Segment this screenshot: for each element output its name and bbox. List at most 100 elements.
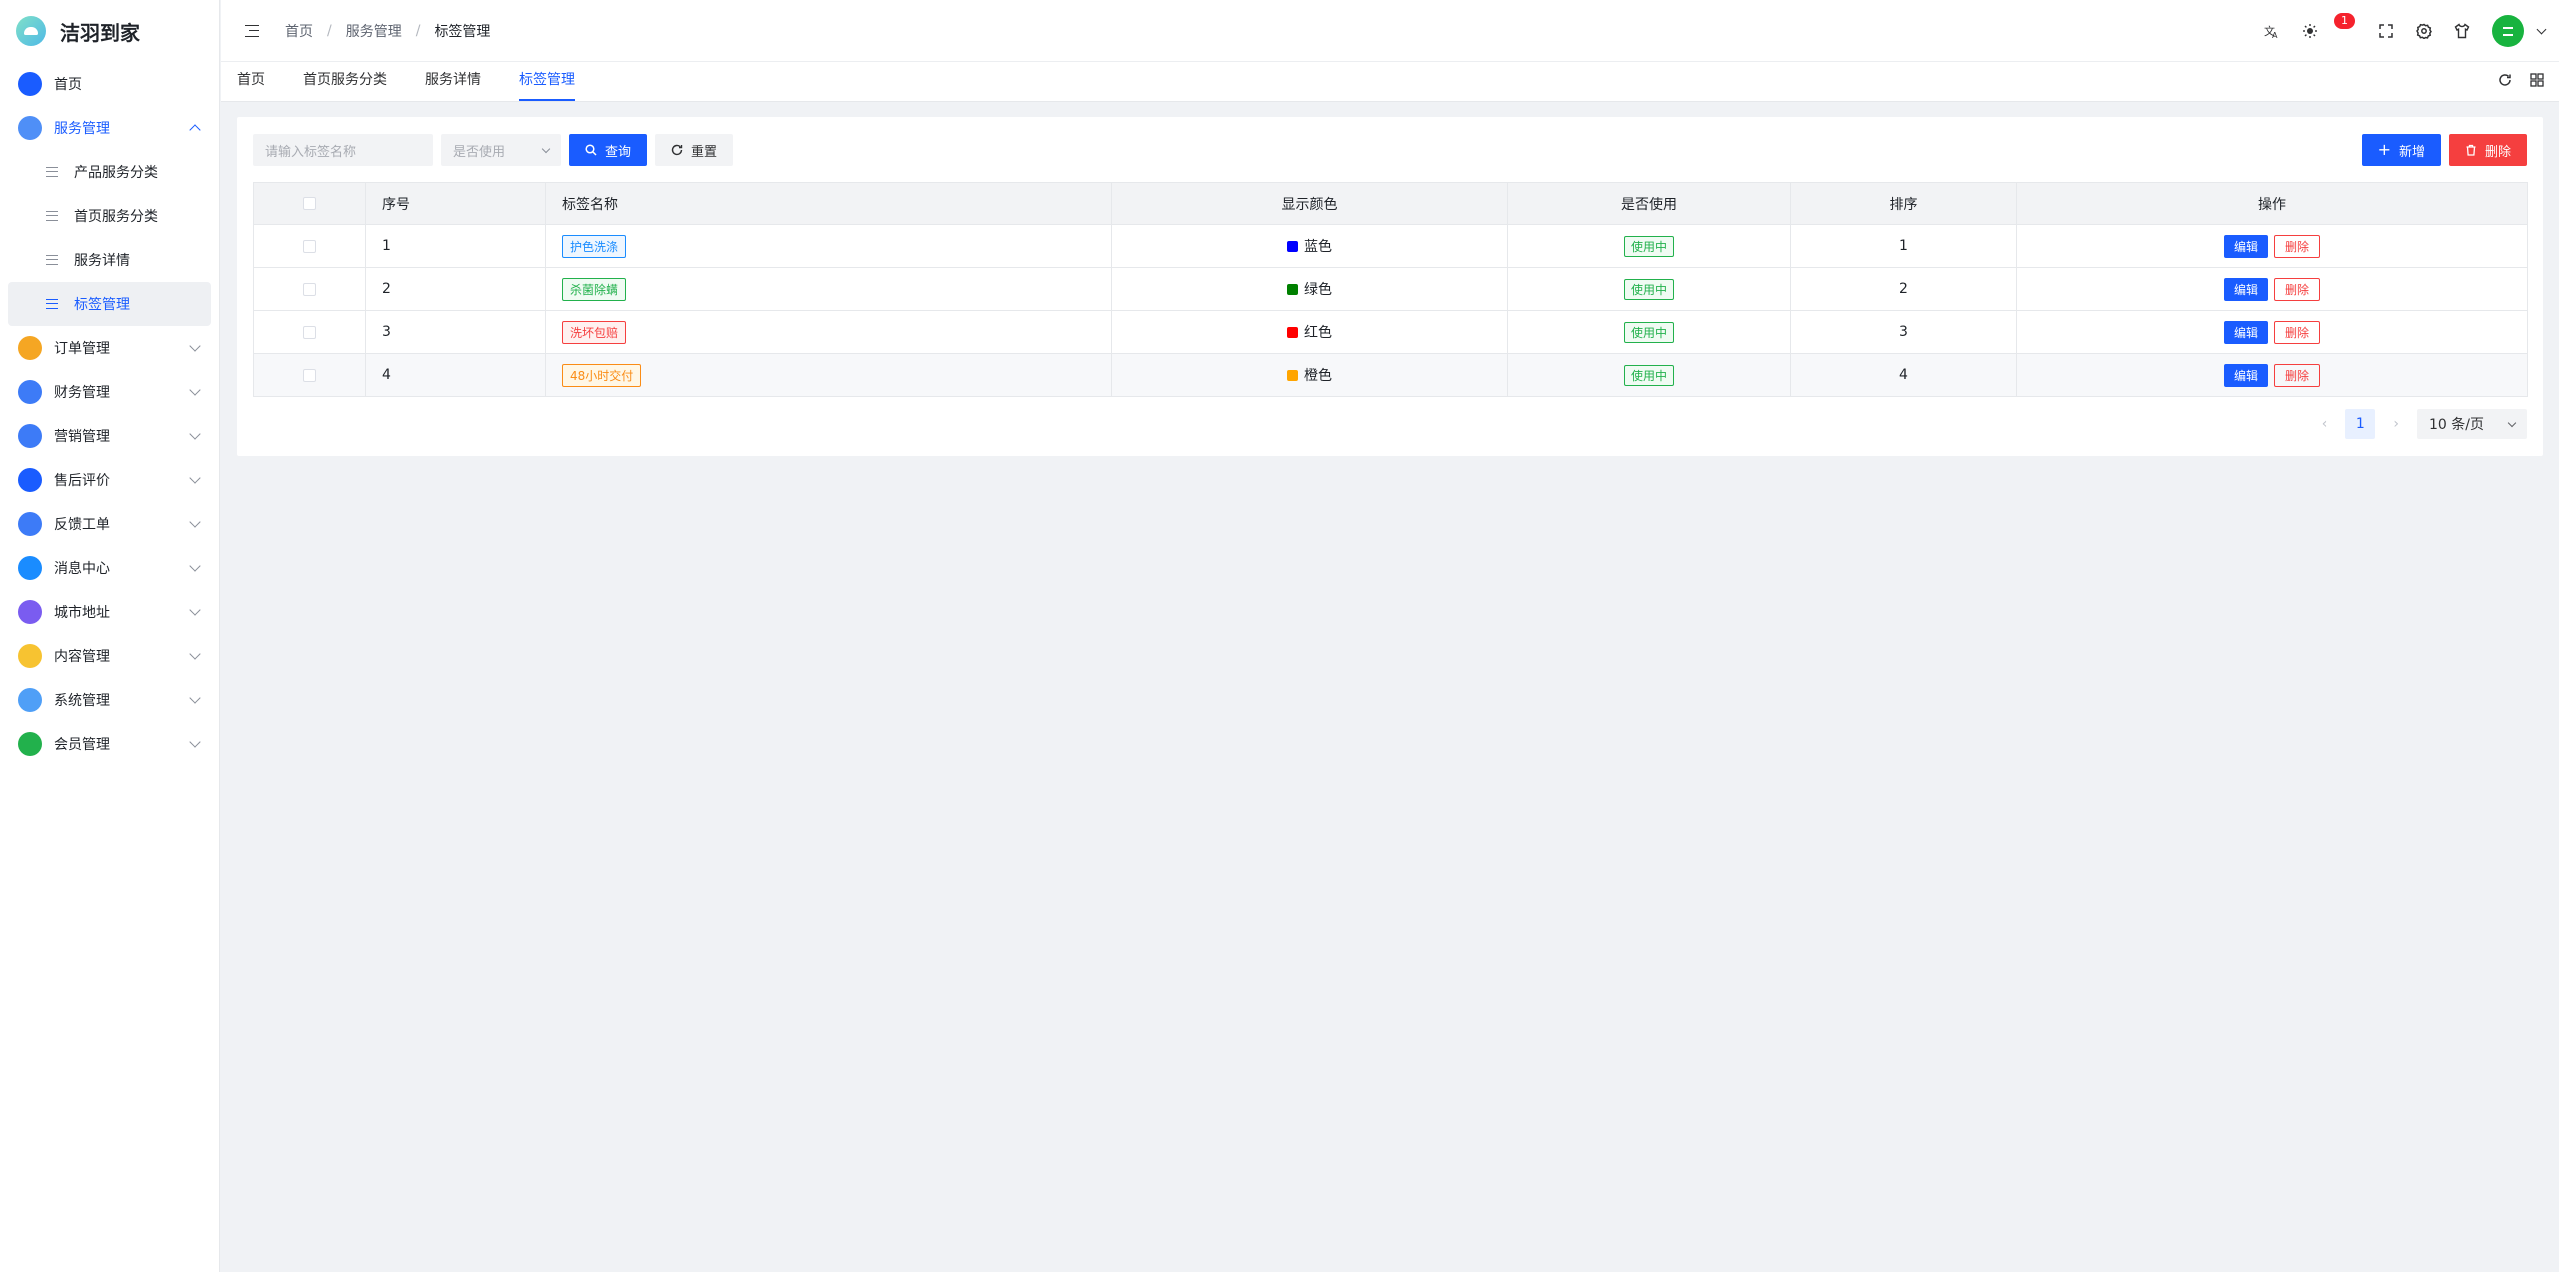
row-checkbox[interactable] (303, 282, 316, 296)
order-icon (18, 336, 42, 360)
next-page-icon[interactable]: › (2393, 416, 2399, 432)
color-name: 红色 (1304, 325, 1332, 341)
tag-label: 48小时交付 (562, 363, 642, 387)
table-body: 1 护色洗涤 蓝色 使用中 1 编辑 删除 2 杀菌除螨 绿色 使用中 2 编辑 删除 3 洗坏包赔 红色 使用中… (253, 224, 2528, 397)
reset-button[interactable]: 重置 (655, 134, 734, 166)
edit-button[interactable]: 编辑 (2223, 234, 2268, 258)
tag-label: 洗坏包赔 (562, 320, 627, 344)
tab-1[interactable]: 首页服务分类 (303, 69, 387, 101)
chevron-icon (189, 736, 201, 748)
color-swatch (1287, 369, 1298, 381)
user-menu-chevron-down-icon[interactable] (2536, 24, 2547, 34)
search-toolbar: 请输入标签名称 是否使用 查询 重置 (253, 134, 734, 166)
sidebar-subitem-label: 标签管理 (74, 297, 130, 313)
theme-sun-icon[interactable] (2302, 23, 2318, 39)
edit-button[interactable]: 编辑 (2223, 320, 2268, 344)
page-size-select[interactable]: 10 条/页 (2417, 409, 2527, 439)
sidebar-item-4[interactable]: 营销管理 (0, 414, 219, 458)
refresh-icon[interactable] (2497, 72, 2513, 88)
notification-badge: 1 (2334, 13, 2355, 29)
menu-toggle-icon[interactable] (245, 24, 259, 37)
status-badge: 使用中 (1623, 235, 1674, 257)
breadcrumb-separator: / (327, 22, 332, 39)
page-number-current[interactable]: 1 (2345, 409, 2376, 439)
col-tag-name: 标签名称 (545, 182, 1112, 225)
sidebar-item-1[interactable]: 服务管理 (0, 106, 219, 150)
tab-2[interactable]: 服务详情 (425, 69, 481, 101)
app-logo[interactable]: 洁羽到家 (0, 0, 219, 62)
row-select-cell (253, 310, 366, 354)
table-row[interactable]: 4 48小时交付 橙色 使用中 4 编辑 删除 (253, 353, 2528, 397)
sidebar-item-3[interactable]: 财务管理 (0, 370, 219, 414)
sidebar-item-label: 消息中心 (54, 561, 110, 577)
query-button[interactable]: 查询 (569, 134, 648, 166)
sidebar-item-label: 营销管理 (54, 429, 110, 445)
notification-icon[interactable]: 1 (2334, 13, 2356, 39)
chevron-icon (189, 124, 201, 136)
col-in-use: 是否使用 (1507, 182, 1791, 225)
menu-lines-icon (46, 211, 58, 221)
breadcrumb-service[interactable]: 服务管理 (346, 21, 402, 41)
shirt-icon[interactable] (2454, 23, 2470, 39)
table-actions: + 新增 删除 (2361, 134, 2527, 166)
settings-gear-icon[interactable] (2416, 23, 2432, 39)
row-status-cell: 使用中 (1507, 267, 1791, 311)
row-checkbox[interactable] (303, 325, 316, 339)
row-index: 3 (365, 310, 546, 354)
sidebar-item-10[interactable]: 系统管理 (0, 678, 219, 722)
page-size-value: 10 条/页 (2429, 417, 2484, 433)
tab-3[interactable]: 标签管理 (519, 69, 575, 101)
select-all-checkbox[interactable] (303, 197, 316, 210)
sidebar-subitem-2[interactable]: 服务详情 (8, 238, 211, 282)
sidebar-item-7[interactable]: 消息中心 (0, 546, 219, 590)
row-tag-name-cell: 48小时交付 (545, 353, 1112, 397)
color-name: 橙色 (1304, 368, 1332, 384)
sidebar-item-label: 售后评价 (54, 473, 110, 489)
sidebar-item-5[interactable]: 售后评价 (0, 458, 219, 502)
breadcrumb-current: 标签管理 (434, 23, 491, 40)
edit-button[interactable]: 编辑 (2223, 363, 2268, 387)
add-button[interactable]: + 新增 (2361, 134, 2441, 166)
delete-button[interactable]: 删除 (2274, 277, 2321, 301)
grid-layout-icon[interactable] (2529, 72, 2545, 88)
table-row[interactable]: 3 洗坏包赔 红色 使用中 3 编辑 删除 (253, 310, 2528, 354)
delete-button[interactable]: 删除 (2274, 320, 2321, 344)
sidebar-item-2[interactable]: 订单管理 (0, 326, 219, 370)
sidebar-item-6[interactable]: 反馈工单 (0, 502, 219, 546)
prev-page-icon[interactable]: ‹ (2322, 416, 2328, 432)
translate-icon[interactable]: 文A (2264, 23, 2280, 39)
sidebar-subitem-1[interactable]: 首页服务分类 (8, 194, 211, 238)
table-row[interactable]: 1 护色洗涤 蓝色 使用中 1 编辑 删除 (253, 224, 2528, 268)
row-checkbox[interactable] (303, 239, 316, 253)
logo-icon (16, 16, 46, 46)
tag-name-search-input[interactable]: 请输入标签名称 (253, 134, 433, 166)
row-select-cell (253, 224, 366, 268)
sidebar-item-9[interactable]: 内容管理 (0, 634, 219, 678)
delete-button[interactable]: 删除 (2274, 363, 2321, 387)
in-use-select[interactable]: 是否使用 (441, 134, 561, 166)
tabs-actions (2497, 72, 2545, 88)
bulk-delete-button[interactable]: 删除 (2448, 134, 2527, 166)
tag-label: 杀菌除螨 (562, 277, 627, 301)
chevron-icon (189, 692, 201, 704)
user-icon (18, 732, 42, 756)
delete-button[interactable]: 删除 (2274, 234, 2321, 258)
sidebar-subitem-3[interactable]: 标签管理 (8, 282, 211, 326)
tab-0[interactable]: 首页 (237, 69, 265, 101)
edit-button[interactable]: 编辑 (2223, 277, 2268, 301)
table-row[interactable]: 2 杀菌除螨 绿色 使用中 2 编辑 删除 (253, 267, 2528, 311)
breadcrumb: 首页 / 服务管理 / 标签管理 (285, 21, 490, 41)
col-display-color: 显示颜色 (1111, 182, 1508, 225)
tag-label: 护色洗涤 (562, 234, 627, 258)
sidebar-item-11[interactable]: 会员管理 (0, 722, 219, 766)
sidebar-subitem-0[interactable]: 产品服务分类 (8, 150, 211, 194)
fullscreen-icon[interactable] (2378, 23, 2394, 39)
sidebar-item-8[interactable]: 城市地址 (0, 590, 219, 634)
content-panel: 请输入标签名称 是否使用 查询 重置 + 新增 删除 序号 标签名称 显示颜色 … (237, 117, 2543, 456)
breadcrumb-home[interactable]: 首页 (285, 21, 313, 41)
menu-lines-icon (46, 299, 58, 309)
sidebar-item-0[interactable]: 首页 (0, 62, 219, 106)
user-avatar[interactable] (2492, 15, 2524, 47)
row-checkbox[interactable] (303, 368, 316, 382)
home-icon (18, 72, 42, 96)
